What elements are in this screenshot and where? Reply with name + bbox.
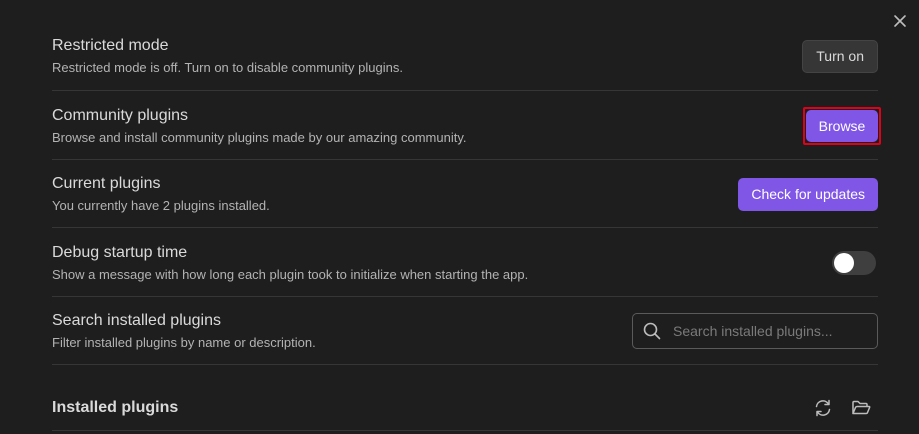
browse-button-highlight: Browse: [803, 106, 881, 145]
setting-info: Search installed plugins Filter installe…: [52, 311, 316, 351]
close-icon: [894, 15, 906, 27]
reload-icon: [815, 399, 831, 416]
setting-info: Current plugins You currently have 2 plu…: [52, 174, 270, 214]
setting-info: Community plugins Browse and install com…: [52, 106, 467, 146]
setting-name: Current plugins: [52, 175, 161, 193]
reload-plugins-button[interactable]: [812, 397, 834, 419]
setting-info: Debug startup time Show a message with h…: [52, 243, 528, 283]
search-installed-plugins-input[interactable]: [671, 322, 865, 340]
browse-button[interactable]: Browse: [806, 109, 878, 142]
check-for-updates-button[interactable]: Check for updates: [738, 177, 878, 211]
setting-description: Show a message with how long each plugin…: [52, 266, 529, 282]
installed-plugins-title: Installed plugins: [52, 398, 179, 416]
setting-restricted-mode: Restricted mode Restricted mode is off. …: [52, 22, 878, 91]
setting-debug-startup-time: Debug startup time Show a message with h…: [52, 228, 878, 297]
toggle-knob: [834, 252, 854, 273]
setting-community-plugins: Community plugins Browse and install com…: [52, 91, 881, 160]
setting-description: You currently have 2 plugins installed.: [52, 198, 270, 214]
divider: [52, 430, 878, 431]
setting-description: Restricted mode is off. Turn on to disab…: [52, 60, 403, 75]
setting-description: Browse and install community plugins mad…: [52, 129, 467, 145]
setting-name: Community plugins: [52, 106, 189, 124]
setting-name: Debug startup time: [52, 243, 188, 261]
open-plugins-folder-button[interactable]: [850, 397, 872, 419]
settings-content: Restricted mode Restricted mode is off. …: [52, 22, 881, 434]
debug-startup-toggle[interactable]: [832, 250, 876, 275]
turn-on-button[interactable]: Turn on: [802, 39, 878, 73]
open-folder-icon: [852, 400, 871, 414]
installed-plugins-heading: Installed plugins: [52, 365, 878, 434]
setting-current-plugins: Current plugins You currently have 2 plu…: [52, 160, 878, 228]
setting-name: Search installed plugins: [52, 312, 221, 329]
setting-name: Restricted mode: [52, 37, 169, 54]
installed-plugins-actions: [812, 397, 872, 419]
setting-info: Restricted mode Restricted mode is off. …: [52, 36, 403, 76]
settings-panel: Restricted mode Restricted mode is off. …: [0, 0, 919, 434]
search-icon: [643, 322, 661, 340]
close-button[interactable]: [889, 10, 911, 32]
search-box: [632, 313, 878, 349]
setting-search-installed-plugins: Search installed plugins Filter installe…: [52, 297, 878, 365]
setting-description: Filter installed plugins by name or desc…: [52, 335, 316, 350]
